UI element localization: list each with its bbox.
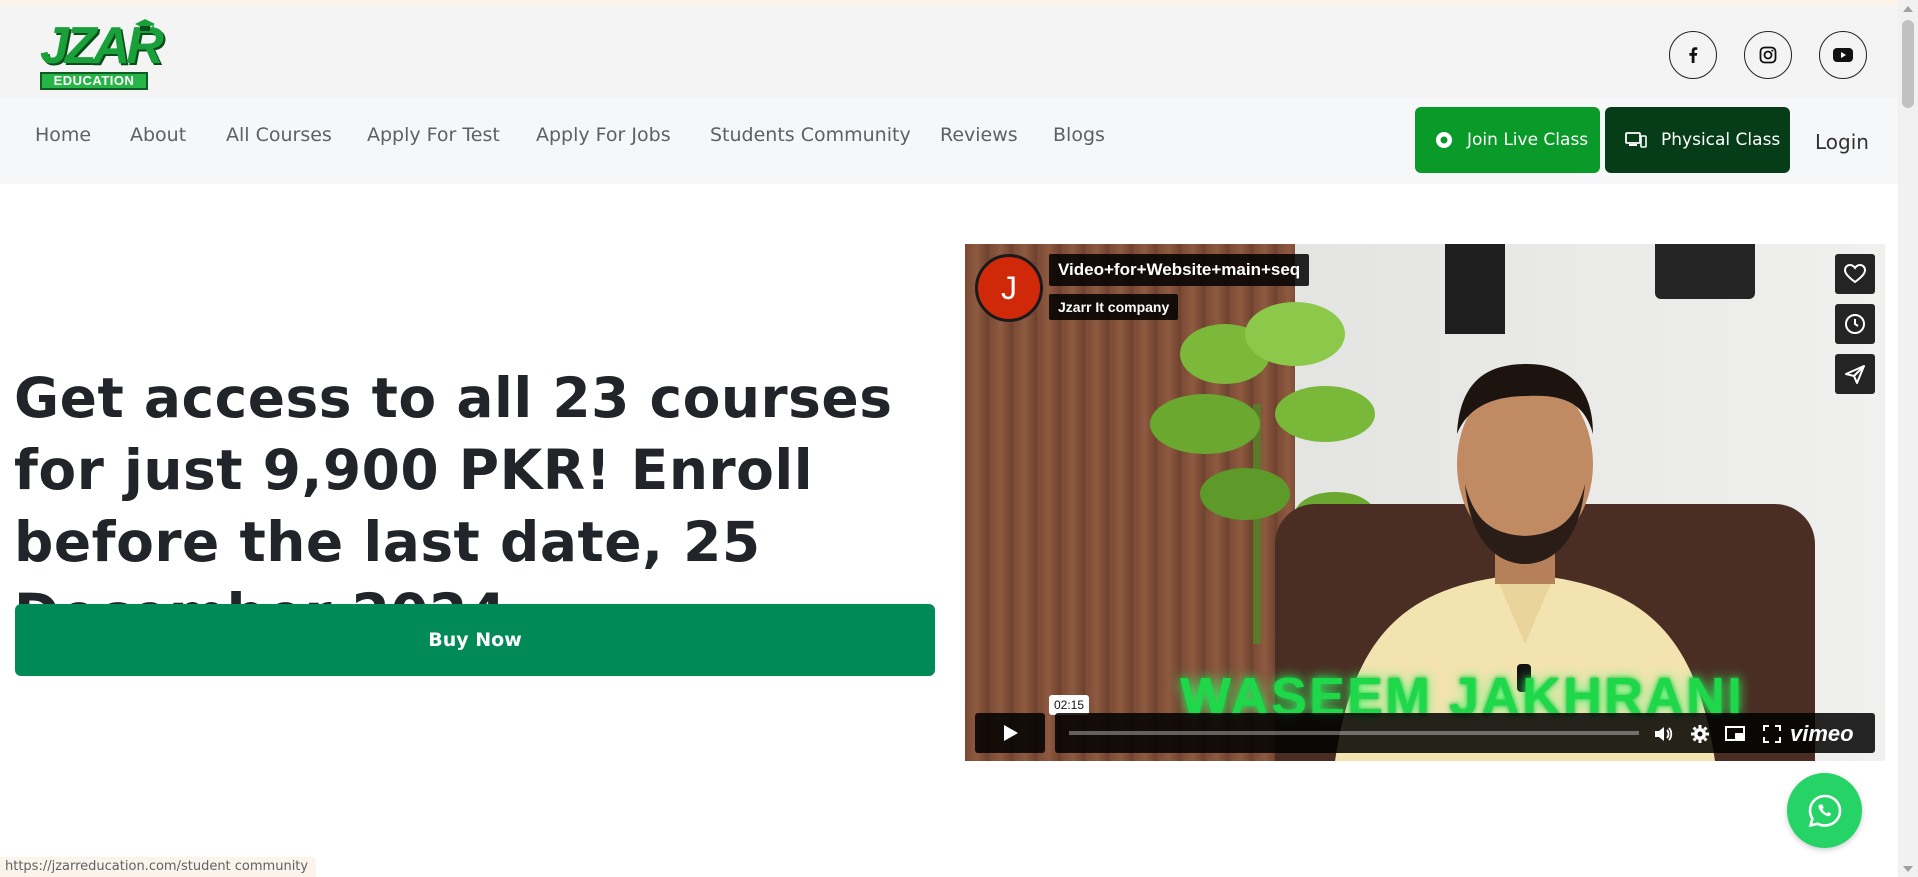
instagram-icon <box>1759 46 1777 64</box>
instagram-button[interactable] <box>1744 31 1792 79</box>
volume-icon[interactable] <box>1653 723 1675 745</box>
whatsapp-button[interactable] <box>1787 773 1862 848</box>
video-control-bar: vimeo <box>1055 713 1875 753</box>
logo-subtext: EDUCATION <box>40 72 148 90</box>
physical-class-button[interactable]: Physical Class <box>1605 107 1790 173</box>
like-button[interactable] <box>1835 254 1875 294</box>
play-button[interactable] <box>975 713 1045 753</box>
video-controls: vimeo <box>975 713 1875 753</box>
facebook-button[interactable] <box>1669 31 1717 79</box>
video-timestamp: 02:15 <box>1049 695 1090 715</box>
video-background-frame <box>1445 244 1505 334</box>
youtube-button[interactable] <box>1819 31 1867 79</box>
play-icon <box>1004 725 1018 741</box>
nav-blogs[interactable]: Blogs <box>1053 124 1105 146</box>
main-nav: Home About All Courses Apply For Test Ap… <box>0 98 1898 184</box>
video-player[interactable]: WASEEM JAKHRANI J Video+for+Website+main… <box>965 244 1885 761</box>
facebook-icon <box>1689 47 1698 63</box>
clock-icon <box>1845 314 1865 334</box>
devices-icon <box>1625 131 1647 149</box>
scroll-up-arrow[interactable] <box>1903 6 1913 12</box>
video-background-frame <box>1655 244 1755 299</box>
nav-home[interactable]: Home <box>35 124 91 146</box>
site-header: JZAR EDUCATION <box>0 6 1898 98</box>
nav-about[interactable]: About <box>130 124 186 146</box>
scroll-down-arrow[interactable] <box>1903 866 1913 872</box>
join-live-class-button[interactable]: Join Live Class <box>1415 107 1600 173</box>
fullscreen-icon[interactable] <box>1761 723 1783 745</box>
picture-in-picture-icon[interactable] <box>1725 723 1747 745</box>
nav-apply-for-jobs[interactable]: Apply For Jobs <box>536 124 671 146</box>
join-live-class-label: Join Live Class <box>1467 130 1589 150</box>
channel-avatar[interactable]: J <box>975 254 1043 322</box>
physical-class-label: Physical Class <box>1661 130 1781 150</box>
heart-icon <box>1844 264 1866 284</box>
status-bar-url: https://jzarreducation.com/student commu… <box>0 857 317 877</box>
graduation-cap-icon <box>135 19 155 32</box>
nav-students-community[interactable]: Students Community <box>710 124 911 146</box>
nav-reviews[interactable]: Reviews <box>940 124 1018 146</box>
progress-bar[interactable] <box>1069 731 1639 735</box>
scrollbar-thumb[interactable] <box>1902 20 1914 108</box>
site-logo[interactable]: JZAR EDUCATION <box>36 16 164 91</box>
record-icon <box>1435 131 1453 149</box>
video-title[interactable]: Video+for+Website+main+seq <box>1049 254 1310 286</box>
nav-apply-for-test[interactable]: Apply For Test <box>367 124 500 146</box>
vimeo-logo[interactable]: vimeo <box>1790 721 1854 747</box>
login-link[interactable]: Login <box>1815 130 1869 154</box>
settings-icon[interactable] <box>1689 723 1711 745</box>
share-button[interactable] <box>1835 354 1875 394</box>
nav-all-courses[interactable]: All Courses <box>226 124 332 146</box>
whatsapp-icon <box>1808 794 1841 827</box>
youtube-icon <box>1833 48 1853 62</box>
send-icon <box>1845 365 1865 384</box>
watch-later-button[interactable] <box>1835 304 1875 344</box>
buy-now-button[interactable]: Buy Now <box>15 604 935 676</box>
video-channel[interactable]: Jzarr It company <box>1049 294 1179 320</box>
scrollbar-track[interactable] <box>1898 0 1918 877</box>
